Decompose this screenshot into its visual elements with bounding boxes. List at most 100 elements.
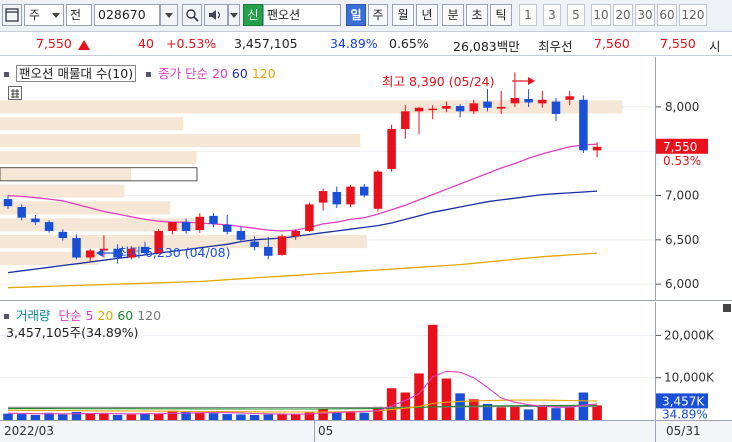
volume-bar <box>510 406 520 420</box>
search-icon <box>186 9 199 22</box>
period-year[interactable]: 년 <box>416 4 438 26</box>
layout-icon[interactable] <box>2 4 22 26</box>
volume-bar <box>564 407 575 420</box>
candle-body <box>222 224 232 232</box>
sound-button[interactable] <box>204 4 228 26</box>
prefix-select-value: 전 <box>70 8 82 22</box>
legend-vma5: 5 <box>85 308 94 323</box>
volume-ratio: 34.89% <box>330 36 378 51</box>
volume-bar <box>469 399 479 420</box>
period-minute[interactable]: 분 <box>442 4 464 26</box>
candle-body <box>387 129 396 169</box>
minute-30[interactable]: 30 <box>635 4 655 26</box>
price-tick-label: 6,000 <box>665 277 699 291</box>
price-tick-label: 8,000 <box>665 100 699 114</box>
speaker-icon <box>209 10 221 20</box>
candle-body <box>469 103 479 112</box>
volume-bar <box>537 405 548 420</box>
candle-body <box>318 191 328 203</box>
legend-ma20: 20 <box>212 66 228 81</box>
up-triangle-icon <box>78 40 90 50</box>
volume-tick-label: 20,000K <box>664 328 715 342</box>
legend-ma120: 120 <box>251 66 276 81</box>
period-week[interactable]: 주 <box>368 4 388 26</box>
candle-body <box>168 222 177 231</box>
chart-settings-button[interactable] <box>8 86 22 100</box>
price-tick-label: 6,500 <box>665 233 699 247</box>
max-price-annotation: 최고 8,390 (05/24) <box>382 74 495 89</box>
minute-60[interactable]: 60 <box>657 4 677 26</box>
minute-1[interactable]: 1 <box>519 4 537 26</box>
current-price-label: 7,550 <box>663 140 697 154</box>
period-day[interactable]: 일 <box>346 4 366 26</box>
max-arrow-head <box>528 77 535 85</box>
volume-bar <box>167 410 178 420</box>
price-change: 40 <box>138 36 154 51</box>
grid-icon <box>11 89 19 98</box>
legend-vma60: 60 <box>117 308 134 323</box>
volume-bar <box>208 413 219 420</box>
candle-body <box>455 105 465 112</box>
type-select[interactable]: 주 <box>24 4 64 26</box>
candle-body <box>579 99 588 151</box>
trade-amount: 26,083백만 <box>453 39 520 54</box>
candle-body <box>428 108 437 111</box>
candle-body <box>551 101 561 114</box>
panel-resize-icon[interactable] <box>723 304 731 312</box>
volume-bar <box>400 392 411 420</box>
volume-bar <box>195 412 205 420</box>
stock-name-input[interactable]: 팬오션 <box>263 4 341 26</box>
candle-body <box>538 99 547 104</box>
price-tick-label: 7,000 <box>665 189 699 203</box>
volume-profile-bar <box>0 133 361 148</box>
volume-chart-panel[interactable]: 거래량 단순 5 20 60 120 3,457,105주(34.89%) <box>0 302 655 420</box>
date-label-end: 05/31 <box>666 424 701 438</box>
stock-code-value: 028670 <box>98 7 146 22</box>
legend-volume-title: 거래량 <box>15 308 51 323</box>
candle-body <box>510 98 520 104</box>
minute-120[interactable]: 120 <box>679 4 707 26</box>
volume-bar <box>551 408 561 420</box>
minute-3[interactable]: 3 <box>543 4 561 26</box>
current-price: 7,550 <box>36 36 72 51</box>
volume-tick-label: 10,000K <box>664 371 715 385</box>
chevron-down-icon <box>230 13 238 18</box>
price-chart-panel[interactable]: 최고 8,390 (05/24) 최저 6,230 (04/08) 팬오션 매물대… <box>0 57 655 301</box>
candle-body <box>524 98 533 103</box>
best-bid: 7,560 <box>594 36 630 51</box>
period-tick[interactable]: 틱 <box>490 4 512 26</box>
candle-body <box>401 111 410 130</box>
turnover-pct: 0.65% <box>389 36 429 51</box>
volume-bar <box>441 378 452 420</box>
candle-body <box>277 236 287 255</box>
window-icon <box>5 8 19 22</box>
candle-body <box>442 105 451 109</box>
legend-vma20: 20 <box>97 308 114 323</box>
price-change-pct: +0.53% <box>166 36 217 51</box>
candle-body <box>72 238 81 258</box>
candle-body <box>373 171 383 209</box>
prefix-select[interactable]: 전 <box>66 4 92 26</box>
minute-20[interactable]: 20 <box>613 4 633 26</box>
minute-10[interactable]: 10 <box>591 4 611 26</box>
min-price-annotation: 최저 6,230 (04/08) <box>118 245 231 260</box>
legend-bullet-icon <box>146 72 152 77</box>
period-month[interactable]: 월 <box>392 4 414 26</box>
time-label: 시 <box>709 39 721 54</box>
candle-body <box>58 231 68 239</box>
stock-name-value: 팬오션 <box>267 8 301 22</box>
stock-code-input[interactable]: 028670 <box>94 4 160 26</box>
search-button[interactable] <box>182 4 202 26</box>
volume-axis-canvas: 20,000K 10,000K 3,457K34.89% <box>656 328 715 420</box>
volume-bar <box>427 324 438 420</box>
volume-bar <box>496 407 506 420</box>
candle-body <box>414 107 424 112</box>
sound-dropdown-button[interactable] <box>228 4 240 26</box>
candle-body <box>291 230 300 237</box>
code-dropdown-button[interactable] <box>160 4 178 26</box>
minute-5[interactable]: 5 <box>567 4 585 26</box>
legend-ma60: 60 <box>231 66 248 81</box>
period-second[interactable]: 초 <box>466 4 488 26</box>
volume-profile-bar <box>0 218 197 232</box>
volume-profile-bar <box>0 167 131 181</box>
